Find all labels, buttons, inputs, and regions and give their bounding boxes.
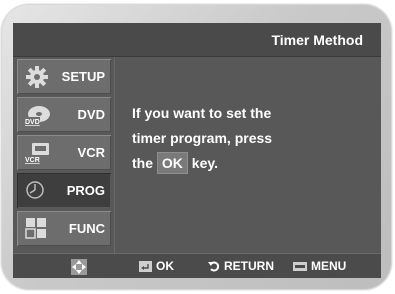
title-bar: Timer Method bbox=[13, 23, 381, 57]
clock-icon bbox=[26, 181, 44, 199]
message-line: timer program, press bbox=[132, 130, 273, 146]
sidebar-item-label: VCR bbox=[77, 145, 105, 160]
menu-hint[interactable]: MENU bbox=[293, 254, 346, 278]
return-hint[interactable]: RETURN bbox=[208, 254, 274, 278]
sidebar-item-dvd[interactable]: DVD DVD bbox=[17, 97, 111, 132]
message-line: the OK key. bbox=[132, 151, 372, 176]
sidebar-item-label: SETUP bbox=[61, 69, 105, 84]
sidebar-item-label: FUNC bbox=[68, 221, 105, 236]
svg-text:DVD: DVD bbox=[25, 119, 40, 126]
message-text: key. bbox=[191, 155, 218, 171]
menu-button-icon bbox=[293, 262, 307, 272]
osd-screen: Timer Method SETUP DVD DVD VCR VCR PROG … bbox=[13, 23, 381, 278]
sidebar-item-setup[interactable]: SETUP bbox=[17, 59, 111, 94]
dvd-disc-icon: DVD bbox=[24, 106, 50, 126]
page-title: Timer Method bbox=[271, 32, 363, 48]
return-label: RETURN bbox=[224, 259, 274, 273]
sidebar-menu: SETUP DVD DVD VCR VCR PROG FUNC bbox=[13, 57, 115, 253]
message-line: If you want to set the bbox=[132, 105, 272, 121]
sidebar-item-func[interactable]: FUNC bbox=[17, 211, 111, 246]
navigate-hint bbox=[71, 254, 91, 278]
message-text: the bbox=[132, 155, 153, 171]
direction-pad-icon bbox=[71, 258, 87, 275]
function-grid-icon bbox=[25, 218, 46, 239]
sidebar-item-prog[interactable]: PROG bbox=[17, 173, 111, 208]
ok-key-highlight: OK bbox=[156, 152, 188, 174]
sidebar-item-label: DVD bbox=[77, 107, 105, 122]
sidebar-item-vcr[interactable]: VCR VCR bbox=[17, 135, 111, 170]
bottom-hint-bar: OK RETURN MENU bbox=[13, 253, 381, 278]
return-arrow-icon bbox=[208, 261, 220, 272]
sidebar-item-label: PROG bbox=[66, 183, 105, 198]
vcr-cassette-icon: VCR bbox=[24, 143, 49, 164]
svg-text:VCR: VCR bbox=[25, 157, 40, 164]
instruction-message: If you want to set the timer program, pr… bbox=[132, 101, 372, 176]
ok-hint[interactable]: OK bbox=[139, 254, 174, 278]
enter-key-icon bbox=[139, 261, 152, 273]
ok-label: OK bbox=[156, 259, 174, 273]
menu-label: MENU bbox=[311, 259, 347, 273]
gear-icon bbox=[26, 66, 48, 88]
